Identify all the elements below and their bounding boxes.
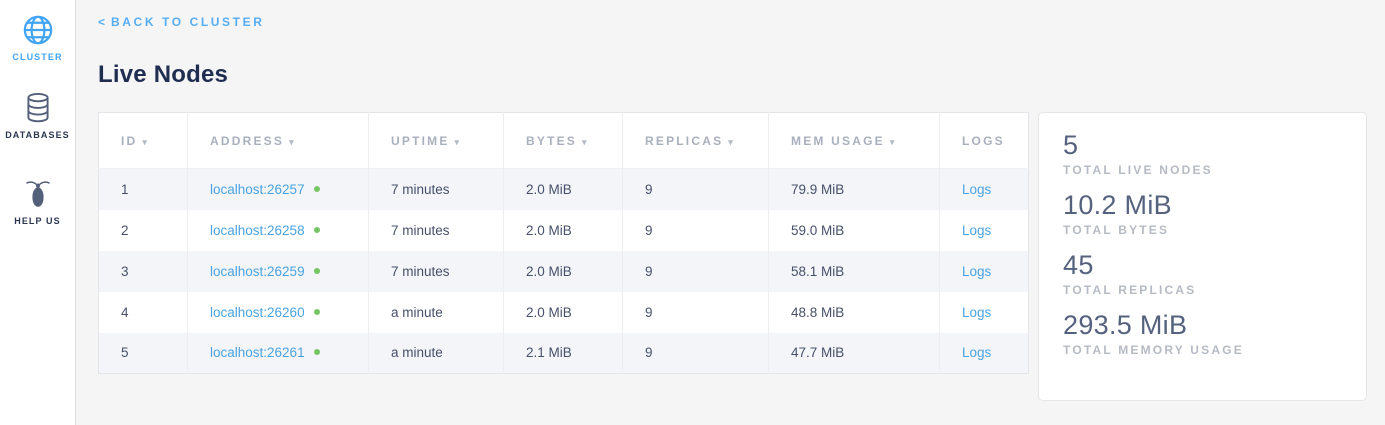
logs-link[interactable]: Logs [962, 305, 991, 320]
node-address-cell: localhost:26258 [188, 210, 369, 251]
live-nodes-table: ID▾ ADDRESS▾ UPTIME▾ BYTES▾ REPLICAS▾ ME… [98, 112, 1029, 374]
stat-value: 293.5 MiB [1063, 310, 1342, 341]
sidebar-item-cluster[interactable]: CLUSTER [0, 13, 75, 62]
node-id: 4 [99, 292, 188, 333]
live-status-dot-icon [314, 186, 320, 192]
node-mem-usage: 58.1 MiB [769, 251, 940, 292]
table-row: 4 localhost:26260 a minute 2.0 MiB 9 48.… [99, 292, 1029, 333]
node-uptime: a minute [369, 292, 504, 333]
live-status-dot-icon [314, 349, 320, 355]
sort-arrow-icon: ▾ [890, 137, 897, 147]
stat-value: 5 [1063, 130, 1342, 161]
stat-total-live-nodes: 5 TOTAL LIVE NODES [1063, 130, 1342, 177]
node-address-cell: localhost:26259 [188, 251, 369, 292]
node-logs-cell: Logs [940, 169, 1029, 210]
cluster-summary-card: 5 TOTAL LIVE NODES 10.2 MiB TOTAL BYTES … [1038, 112, 1367, 401]
stat-label: TOTAL BYTES [1063, 223, 1342, 237]
node-mem-usage: 79.9 MiB [769, 169, 940, 210]
live-status-dot-icon [314, 309, 320, 315]
node-bytes: 2.0 MiB [504, 169, 623, 210]
table-row: 3 localhost:26259 7 minutes 2.0 MiB 9 58… [99, 251, 1029, 292]
node-address-link[interactable]: localhost:26259 [210, 264, 305, 279]
node-id: 3 [99, 251, 188, 292]
node-address-cell: localhost:26260 [188, 292, 369, 333]
main-content: < BACK TO CLUSTER Live Nodes ID▾ ADDRESS▾… [76, 0, 1385, 425]
column-header-mem-usage[interactable]: MEM USAGE▾ [769, 113, 940, 169]
live-status-dot-icon [314, 227, 320, 233]
node-mem-usage: 47.7 MiB [769, 333, 940, 374]
stat-label: TOTAL MEMORY USAGE [1063, 343, 1342, 357]
logs-link[interactable]: Logs [962, 223, 991, 238]
sidebar: CLUSTER DATABASES HELP US [0, 0, 76, 425]
column-header-address[interactable]: ADDRESS▾ [188, 113, 369, 169]
databases-icon [22, 91, 54, 125]
column-header-uptime[interactable]: UPTIME▾ [369, 113, 504, 169]
node-bytes: 2.0 MiB [504, 292, 623, 333]
node-address-link[interactable]: localhost:26257 [210, 182, 305, 197]
node-logs-cell: Logs [940, 292, 1029, 333]
sidebar-item-label: DATABASES [5, 130, 70, 140]
sidebar-item-label: HELP US [14, 216, 61, 226]
back-link-label: BACK TO CLUSTER [111, 15, 264, 29]
logs-link[interactable]: Logs [962, 182, 991, 197]
node-address-link[interactable]: localhost:26261 [210, 345, 305, 360]
stat-value: 10.2 MiB [1063, 190, 1342, 221]
sort-arrow-icon: ▾ [142, 137, 149, 147]
sort-arrow-icon: ▾ [455, 137, 462, 147]
node-address-link[interactable]: localhost:26260 [210, 305, 305, 320]
stat-total-replicas: 45 TOTAL REPLICAS [1063, 250, 1342, 297]
node-bytes: 2.0 MiB [504, 251, 623, 292]
globe-icon [21, 13, 55, 47]
node-id: 5 [99, 333, 188, 374]
node-bytes: 2.0 MiB [504, 210, 623, 251]
table-header-row: ID▾ ADDRESS▾ UPTIME▾ BYTES▾ REPLICAS▾ ME… [99, 113, 1029, 169]
sidebar-item-databases[interactable]: DATABASES [0, 91, 75, 140]
node-replicas: 9 [623, 292, 769, 333]
node-uptime: a minute [369, 333, 504, 374]
logs-link[interactable]: Logs [962, 345, 991, 360]
stat-total-bytes: 10.2 MiB TOTAL BYTES [1063, 190, 1342, 237]
node-id: 2 [99, 210, 188, 251]
column-header-id[interactable]: ID▾ [99, 113, 188, 169]
node-id: 1 [99, 169, 188, 210]
node-address-cell: localhost:26261 [188, 333, 369, 374]
table-row: 5 localhost:26261 a minute 2.1 MiB 9 47.… [99, 333, 1029, 374]
logs-link[interactable]: Logs [962, 264, 991, 279]
node-replicas: 9 [623, 169, 769, 210]
table-row: 1 localhost:26257 7 minutes 2.0 MiB 9 79… [99, 169, 1029, 210]
node-address-link[interactable]: localhost:26258 [210, 223, 305, 238]
stat-value: 45 [1063, 250, 1342, 281]
sidebar-item-label: CLUSTER [12, 52, 62, 62]
node-uptime: 7 minutes [369, 210, 504, 251]
node-mem-usage: 59.0 MiB [769, 210, 940, 251]
node-uptime: 7 minutes [369, 169, 504, 210]
page-title: Live Nodes [98, 61, 1385, 89]
bug-icon [22, 177, 54, 211]
back-to-cluster-link[interactable]: < BACK TO CLUSTER [98, 15, 264, 29]
live-status-dot-icon [314, 268, 320, 274]
node-address-cell: localhost:26257 [188, 169, 369, 210]
sort-arrow-icon: ▾ [289, 137, 296, 147]
sort-arrow-icon: ▾ [728, 137, 735, 147]
node-replicas: 9 [623, 251, 769, 292]
node-uptime: 7 minutes [369, 251, 504, 292]
stat-label: TOTAL LIVE NODES [1063, 163, 1342, 177]
node-replicas: 9 [623, 210, 769, 251]
node-mem-usage: 48.8 MiB [769, 292, 940, 333]
column-header-logs: LOGS [940, 113, 1029, 169]
node-logs-cell: Logs [940, 210, 1029, 251]
column-header-bytes[interactable]: BYTES▾ [504, 113, 623, 169]
stat-label: TOTAL REPLICAS [1063, 283, 1342, 297]
table-row: 2 localhost:26258 7 minutes 2.0 MiB 9 59… [99, 210, 1029, 251]
column-header-replicas[interactable]: REPLICAS▾ [623, 113, 769, 169]
chevron-left-icon: < [98, 15, 105, 29]
node-logs-cell: Logs [940, 333, 1029, 374]
stat-total-memory-usage: 293.5 MiB TOTAL MEMORY USAGE [1063, 310, 1342, 357]
sidebar-item-help-us[interactable]: HELP US [0, 177, 75, 226]
node-logs-cell: Logs [940, 251, 1029, 292]
node-bytes: 2.1 MiB [504, 333, 623, 374]
sort-arrow-icon: ▾ [582, 137, 589, 147]
node-replicas: 9 [623, 333, 769, 374]
